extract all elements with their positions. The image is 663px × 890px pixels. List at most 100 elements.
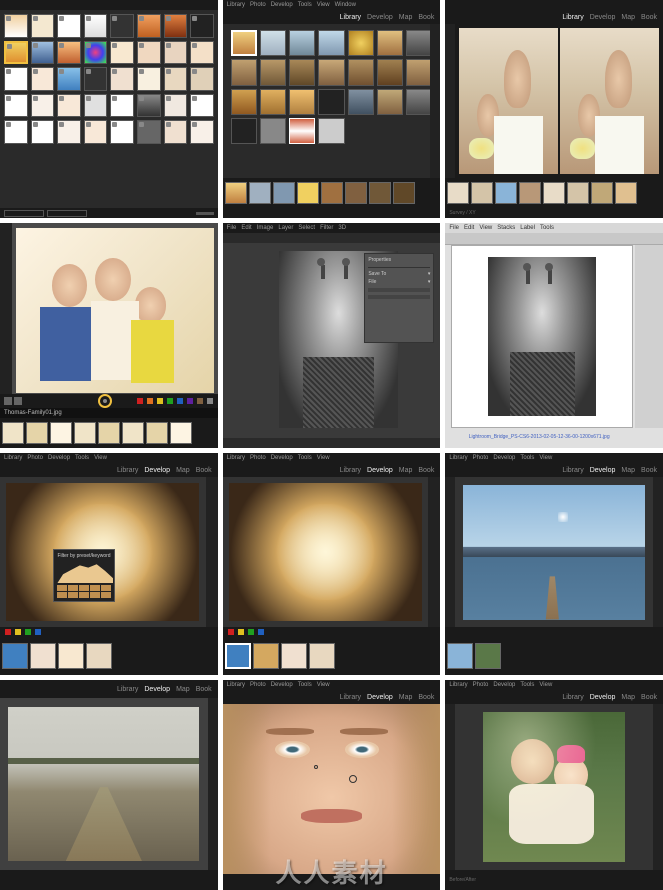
module-develop[interactable]: Develop	[590, 694, 616, 701]
spot-cursor[interactable]	[349, 775, 357, 783]
thumb[interactable]	[190, 120, 214, 144]
thumb[interactable]	[260, 89, 286, 115]
dev-toolbar[interactable]	[445, 627, 663, 637]
thumb[interactable]	[348, 59, 374, 85]
thumb[interactable]	[57, 41, 81, 65]
film-thumb[interactable]	[2, 643, 28, 669]
thumb[interactable]	[164, 67, 188, 91]
film-thumb[interactable]	[471, 182, 493, 204]
thumb[interactable]	[110, 120, 134, 144]
thumb[interactable]	[31, 94, 55, 118]
highlighted-tool[interactable]	[98, 394, 112, 408]
module-library[interactable]: Library	[562, 467, 583, 474]
module-picker[interactable]: Library Develop Map Book	[445, 690, 663, 704]
thumb[interactable]	[289, 118, 315, 144]
thumb[interactable]	[377, 59, 403, 85]
module-picker[interactable]: Library Develop Map Book	[223, 10, 441, 24]
right-panel[interactable]	[653, 477, 663, 627]
film-thumb[interactable]	[74, 422, 96, 444]
film-thumb[interactable]	[122, 422, 144, 444]
module-library[interactable]: Library	[340, 467, 361, 474]
film-thumb[interactable]	[253, 643, 279, 669]
module-library[interactable]: Library	[562, 14, 583, 21]
module-map[interactable]: Map	[399, 694, 413, 701]
left-panel[interactable]	[445, 24, 455, 178]
module-library[interactable]: Library	[562, 694, 583, 701]
spot-marker[interactable]	[314, 765, 318, 769]
module-map[interactable]: Map	[399, 467, 413, 474]
thumb[interactable]	[31, 41, 55, 65]
module-book[interactable]: Book	[641, 694, 657, 701]
thumb[interactable]	[231, 118, 257, 144]
module-book[interactable]: Book	[418, 467, 434, 474]
module-develop[interactable]: Develop	[144, 467, 170, 474]
thumb[interactable]	[164, 41, 188, 65]
thumb[interactable]	[231, 30, 257, 56]
menubar-lr[interactable]	[445, 0, 663, 10]
module-library[interactable]: Library	[340, 14, 361, 21]
module-book[interactable]: Book	[196, 686, 212, 693]
thumb[interactable]	[137, 120, 161, 144]
thumb[interactable]	[318, 89, 344, 115]
properties-panel[interactable]: Properties Save To▾ File▾	[364, 253, 434, 343]
module-picker[interactable]: Library Develop Map Book	[445, 10, 663, 24]
thumb[interactable]	[190, 94, 214, 118]
thumb[interactable]	[260, 118, 286, 144]
filmstrip[interactable]	[445, 178, 663, 208]
slider[interactable]	[368, 288, 430, 292]
film-thumb[interactable]	[146, 422, 168, 444]
color-label[interactable]	[248, 629, 254, 635]
film-thumb[interactable]	[447, 643, 473, 669]
film-thumb[interactable]	[297, 182, 319, 204]
image-canvas[interactable]: Filter by preset/keyword	[0, 477, 206, 627]
tool-icon[interactable]	[14, 397, 22, 405]
color-label[interactable]	[5, 629, 11, 635]
thumb[interactable]	[231, 59, 257, 85]
tool-icon[interactable]	[4, 397, 12, 405]
thumb[interactable]	[137, 94, 161, 118]
module-develop[interactable]: Develop	[590, 14, 616, 21]
color-label[interactable]	[197, 398, 203, 404]
zoom-slider[interactable]	[196, 212, 214, 215]
color-label[interactable]	[35, 629, 41, 635]
slider[interactable]	[368, 295, 430, 299]
film-thumb[interactable]	[495, 182, 517, 204]
film-thumb[interactable]	[519, 182, 541, 204]
module-library[interactable]: Library	[117, 467, 138, 474]
thumb[interactable]	[377, 30, 403, 56]
thumb[interactable]	[31, 120, 55, 144]
menubar-bridge[interactable]: FileEditViewStacksLabelTools	[445, 223, 663, 233]
thumb[interactable]	[260, 30, 286, 56]
right-panel[interactable]	[653, 704, 663, 870]
thumb[interactable]	[4, 14, 28, 38]
film-thumb[interactable]	[309, 643, 335, 669]
image-canvas[interactable]	[223, 477, 429, 627]
dev-toolbar[interactable]	[0, 394, 218, 408]
module-book[interactable]: Book	[196, 467, 212, 474]
color-label[interactable]	[187, 398, 193, 404]
thumb[interactable]	[348, 89, 374, 115]
survey-photo[interactable]	[560, 28, 659, 174]
options-bar[interactable]	[223, 233, 441, 243]
color-label[interactable]	[258, 629, 264, 635]
module-develop[interactable]: Develop	[367, 694, 393, 701]
menubar-ps[interactable]: FileEditImageLayerSelectFilter3D	[223, 223, 441, 233]
thumb[interactable]	[406, 89, 432, 115]
film-thumb[interactable]	[86, 643, 112, 669]
preview-canvas[interactable]	[451, 245, 633, 428]
module-map[interactable]: Map	[621, 14, 635, 21]
color-label[interactable]	[15, 629, 21, 635]
filter-field[interactable]	[47, 210, 87, 217]
menubar-lr[interactable]: LibraryPhotoDevelopToolsView	[445, 453, 663, 463]
thumb[interactable]	[137, 41, 161, 65]
menubar-lr[interactable]: LibraryPhotoDevelopToolsViewWindow	[223, 0, 441, 10]
menubar-lr[interactable]: LibraryPhotoDevelopToolsView	[223, 680, 441, 690]
color-label[interactable]	[177, 398, 183, 404]
film-thumb[interactable]	[369, 182, 391, 204]
thumb[interactable]	[289, 89, 315, 115]
film-thumb[interactable]	[475, 643, 501, 669]
thumb[interactable]	[4, 120, 28, 144]
filter-field[interactable]	[4, 210, 44, 217]
thumb[interactable]	[57, 67, 81, 91]
thumb[interactable]	[164, 14, 188, 38]
